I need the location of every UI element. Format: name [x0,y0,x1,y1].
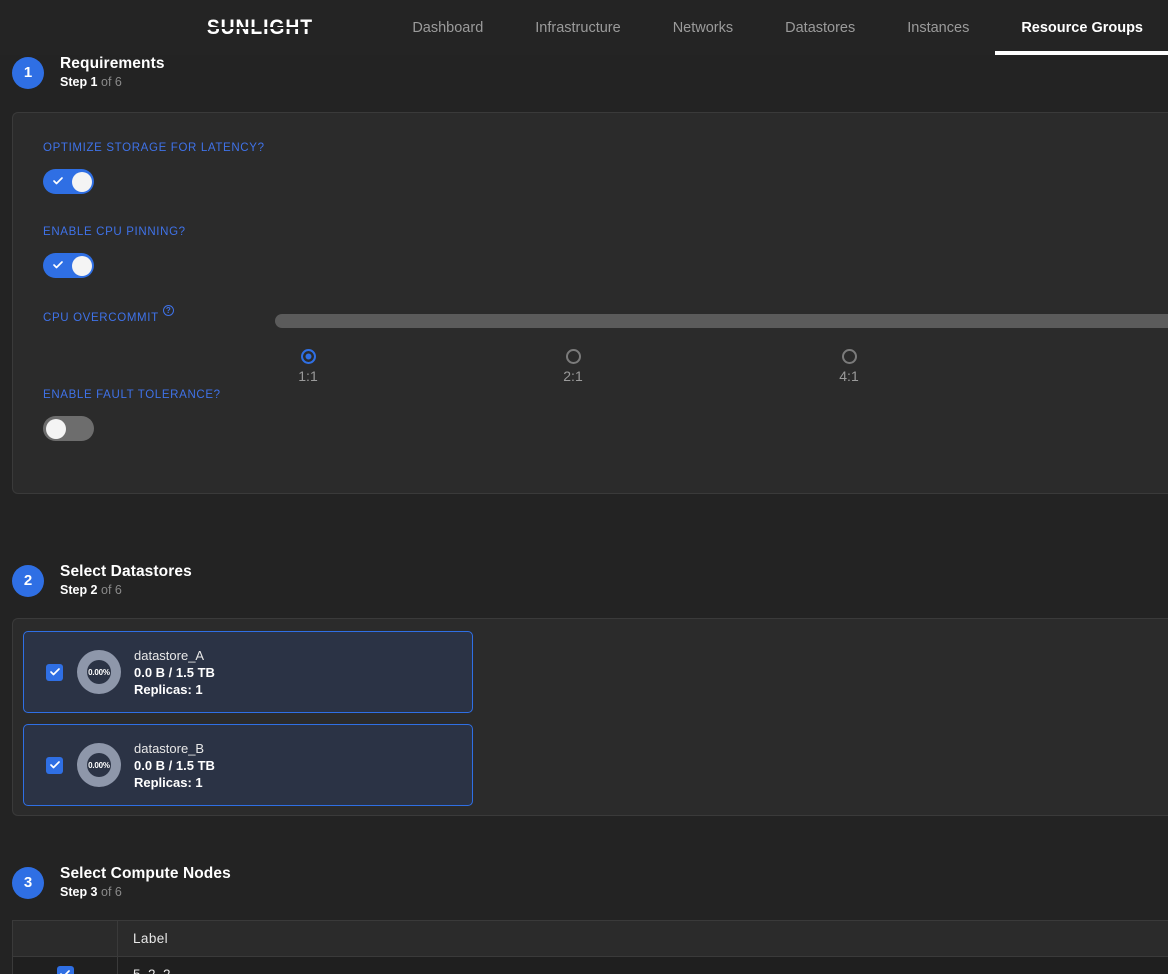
step-3-badge: 3 [12,866,44,899]
datastore-a-usage-donut: 0.00% [77,650,121,694]
table-header-row: Label [13,921,1168,956]
sunlight-logo[interactable]: SUNLIGHT [203,16,317,39]
cpu-overcommit-label: CPU OVERCOMMIT [43,312,159,324]
radio-selected-icon [300,349,316,364]
step-3-number: Step 3 [60,885,98,899]
check-icon [49,761,60,769]
nav-link-networks[interactable]: Networks [647,0,759,55]
cpu-overcommit-option-1-1[interactable]: 1:1 [268,349,348,384]
section-select-compute-nodes: 3 Select Compute Nodes Step 3 of 6 Label [0,865,1168,974]
check-icon [49,668,60,676]
datastore-card-b[interactable]: 0.00% datastore_B 0.0 B / 1.5 TB Replica… [23,724,473,806]
datastore-b-checkbox[interactable] [46,756,63,774]
datastores-panel: 0.00% datastore_A 0.0 B / 1.5 TB Replica… [12,618,1168,816]
check-icon [53,261,63,269]
toggle-knob [71,255,92,276]
nav-link-resource-groups[interactable]: Resource Groups [995,0,1168,55]
cpu-overcommit-slider[interactable] [275,314,1168,328]
cpu-overcommit-row: CPU OVERCOMMIT ? [43,305,1168,328]
cpu-overcommit-option-2-1[interactable]: 2:1 [533,349,613,384]
datastore-a-info: datastore_A 0.0 B / 1.5 TB Replicas: 1 [134,647,215,698]
question-mark-icon[interactable]: ? [162,305,174,316]
cpu-overcommit-option-label: 1:1 [298,368,318,384]
requirements-panel: OPTIMIZE STORAGE FOR LATENCY? ENABLE CPU… [12,112,1168,494]
cpu-overcommit-label-group: CPU OVERCOMMIT ? [43,305,174,325]
step-2-of: of 6 [101,583,122,597]
step-1-number: Step 1 [60,75,98,89]
step-3-text: Select Compute Nodes Step 3 of 6 [60,865,231,900]
check-icon [60,970,70,974]
radio-icon [565,349,581,364]
step-1-badge: 1 [12,56,44,89]
cpu-overcommit-option-label: 2:1 [563,368,583,384]
toggle-knob [45,418,66,439]
step-1-of: of 6 [101,75,122,89]
cpu-pinning-label: ENABLE CPU PINNING? [43,226,186,238]
datastore-b-percent: 0.00% [88,760,110,770]
step-2-badge: 2 [12,564,44,597]
compute-node-label: 5_2_2 [133,966,171,974]
toggle-knob [71,171,92,192]
step-1-title: Requirements [60,55,165,72]
step-2-subtitle: Step 2 of 6 [60,582,192,598]
step-3-of: of 6 [101,885,122,899]
check-icon [53,177,63,185]
step-1-text: Requirements Step 1 of 6 [60,55,165,90]
section-requirements: 1 Requirements Step 1 of 6 OPTIMIZE STOR… [0,55,1168,494]
datastore-a-usage: 0.0 B / 1.5 TB [134,664,215,680]
table-row[interactable]: 5_2_2 [13,956,1168,974]
nav-inner: SUNLIGHT Dashboard Infrastructure Networ… [203,0,1168,55]
step-1-subtitle: Step 1 of 6 [60,74,165,90]
step-1-header: 1 Requirements Step 1 of 6 [0,55,1168,90]
step-3-title: Select Compute Nodes [60,865,231,882]
datastore-a-percent: 0.00% [88,667,110,677]
cpu-pinning-toggle[interactable] [43,253,94,278]
datastore-a-checkbox[interactable] [46,663,63,681]
step-2-header: 2 Select Datastores Step 2 of 6 [0,563,1168,598]
datastore-b-info: datastore_B 0.0 B / 1.5 TB Replicas: 1 [134,740,215,791]
compute-node-checkbox[interactable] [56,965,74,974]
compute-nodes-table: Label 5_2_2 [12,920,1168,974]
datastore-card-a[interactable]: 0.00% datastore_A 0.0 B / 1.5 TB Replica… [23,631,473,713]
step-2-title: Select Datastores [60,563,192,580]
radio-icon [841,349,857,364]
nav-link-datastores[interactable]: Datastores [759,0,881,55]
datastore-a-replicas: Replicas: 1 [134,681,203,697]
step-2-number: Step 2 [60,583,98,597]
nav-links: Dashboard Infrastructure Networks Datast… [386,0,1168,55]
page-body: 1 Requirements Step 1 of 6 OPTIMIZE STOR… [0,55,1168,974]
step-2-text: Select Datastores Step 2 of 6 [60,563,192,598]
optimize-storage-toggle[interactable] [43,169,94,194]
section-select-datastores: 2 Select Datastores Step 2 of 6 0.00% da… [0,563,1168,816]
step-3-subtitle: Step 3 of 6 [60,884,231,900]
table-row-checkbox-cell [13,957,118,974]
cpu-overcommit-option-4-1[interactable]: 4:1 [809,349,889,384]
nav-link-instances[interactable]: Instances [881,0,995,55]
datastore-b-usage-donut: 0.00% [77,743,121,787]
cpu-overcommit-options: 1:1 2:1 4:1 [43,349,1168,389]
table-header-label: Label [133,931,169,946]
step-3-header: 3 Select Compute Nodes Step 3 of 6 [0,865,1168,900]
datastore-a-name: datastore_A [134,647,205,663]
table-header-checkbox-cell [13,921,118,956]
datastore-b-replicas: Replicas: 1 [134,774,203,790]
fault-tolerance-toggle[interactable] [43,416,94,441]
datastore-b-name: datastore_B [134,740,205,756]
cpu-overcommit-option-label: 4:1 [839,368,859,384]
optimize-storage-label: OPTIMIZE STORAGE FOR LATENCY? [43,142,265,154]
fault-tolerance-label: ENABLE FAULT TOLERANCE? [43,389,221,401]
top-navigation-bar: SUNLIGHT Dashboard Infrastructure Networ… [0,0,1168,55]
nav-link-infrastructure[interactable]: Infrastructure [509,0,646,55]
datastore-b-usage: 0.0 B / 1.5 TB [134,757,215,773]
nav-link-dashboard[interactable]: Dashboard [386,0,509,55]
